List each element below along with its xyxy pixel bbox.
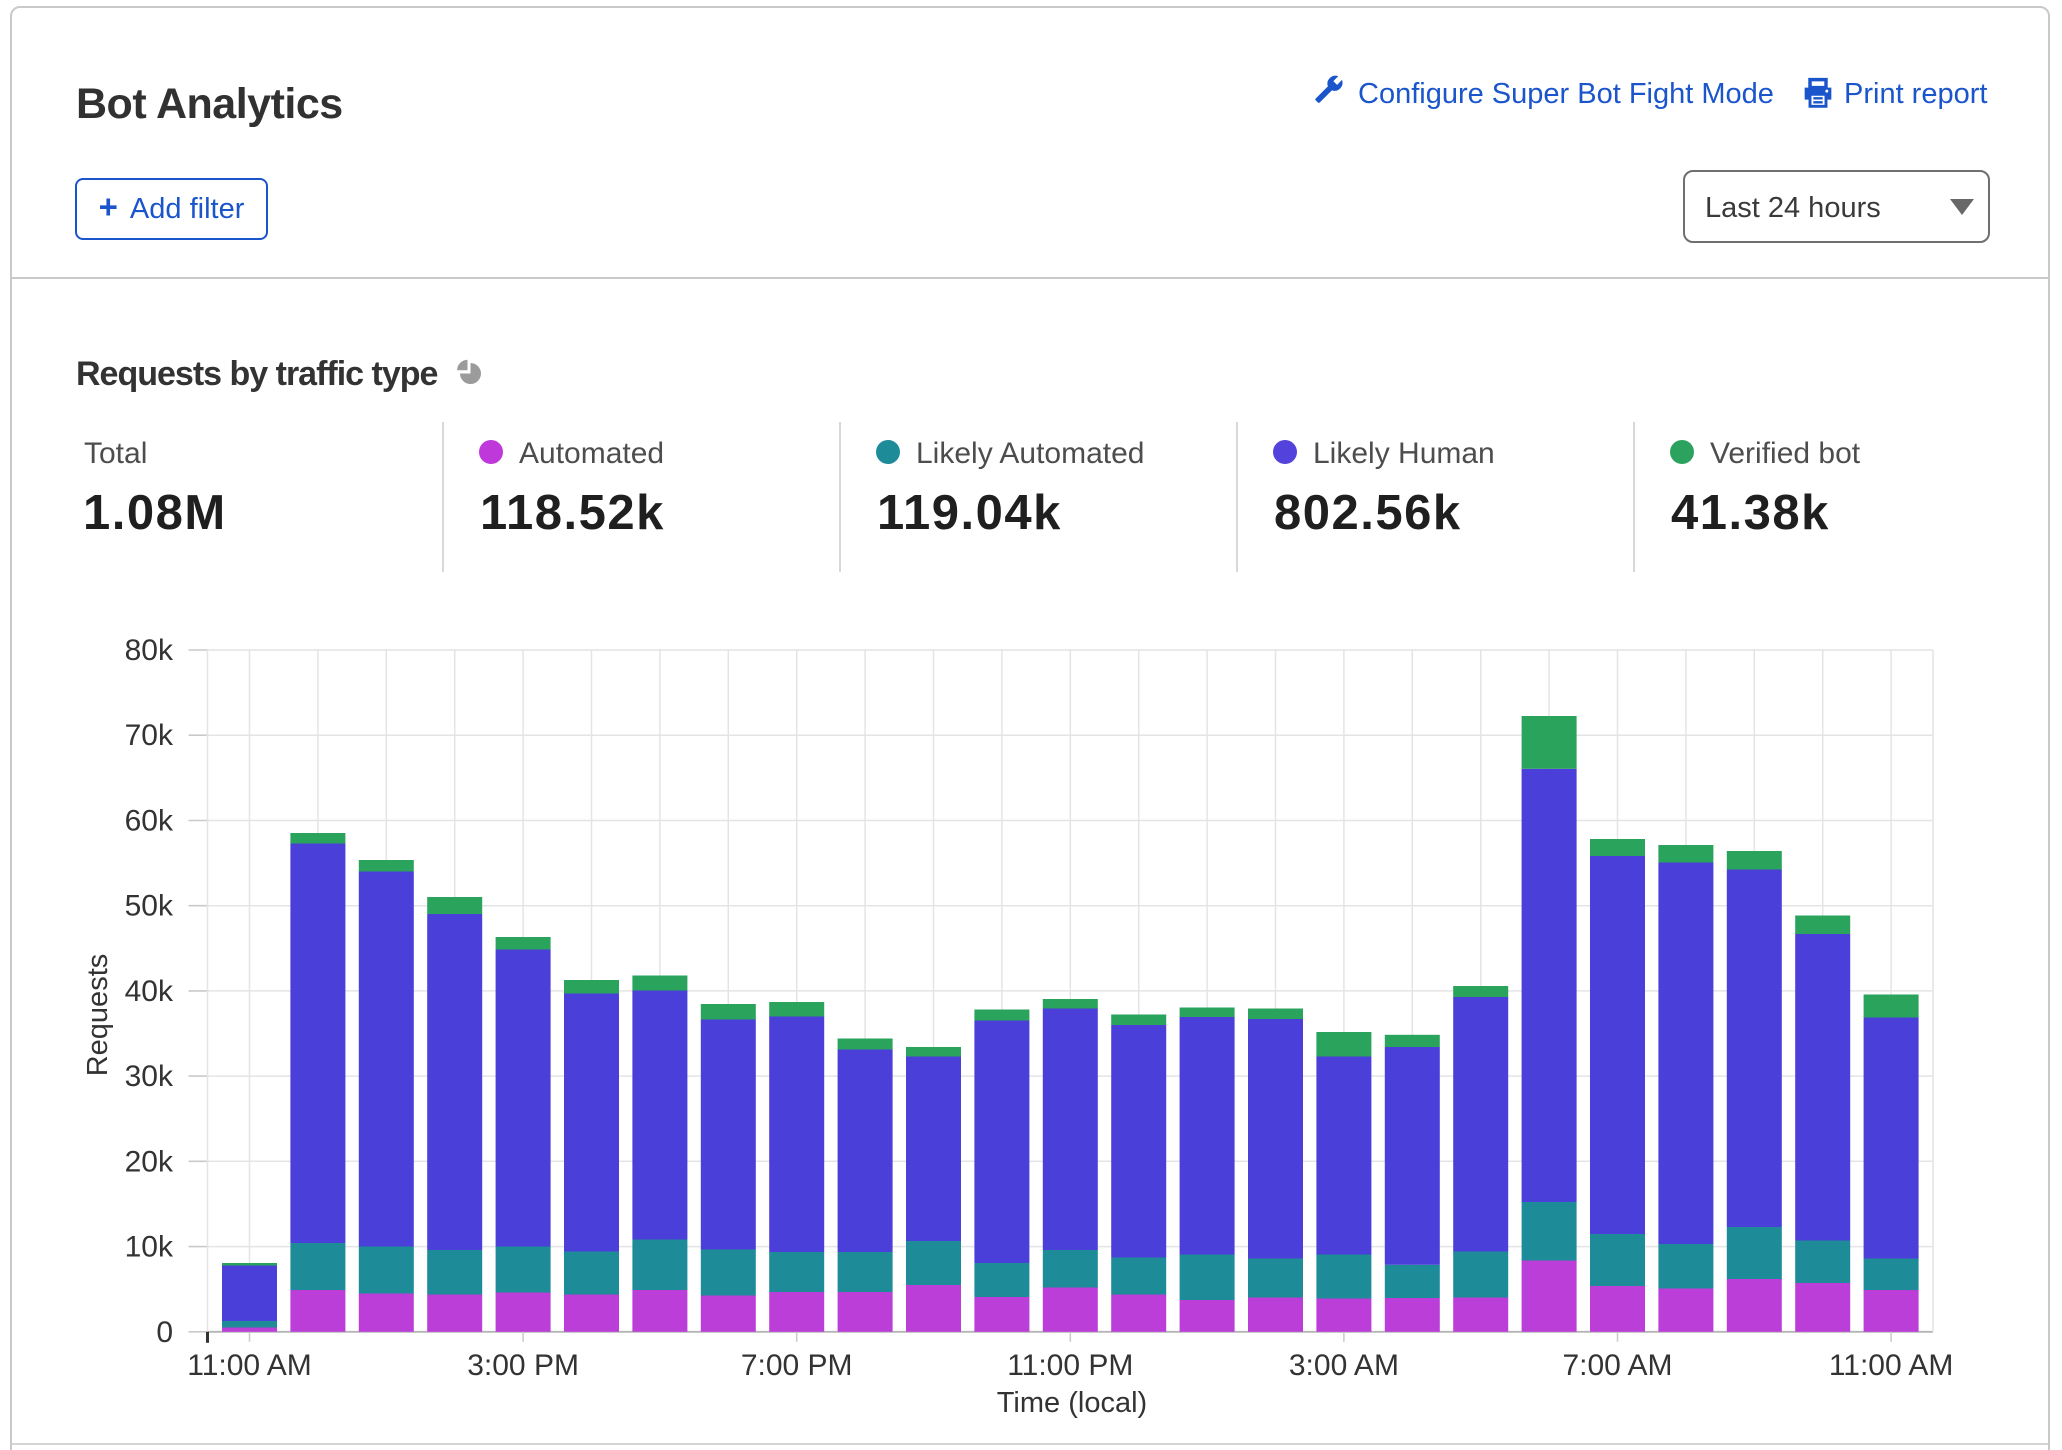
svg-text:Requests: Requests [82,954,114,1077]
svg-text:7:00 AM: 7:00 AM [1562,1349,1672,1382]
svg-text:11:00 AM: 11:00 AM [1829,1349,1954,1382]
svg-text:20k: 20k [125,1145,174,1178]
svg-text:70k: 70k [125,719,174,752]
svg-text:3:00 AM: 3:00 AM [1289,1349,1399,1382]
svg-text:50k: 50k [125,890,174,923]
svg-text:10k: 10k [125,1231,174,1264]
svg-text:0: 0 [156,1316,173,1349]
svg-text:3:00 PM: 3:00 PM [467,1349,579,1382]
svg-text:7:00 PM: 7:00 PM [741,1349,853,1382]
svg-text:30k: 30k [125,1060,174,1093]
svg-text:40k: 40k [125,975,174,1008]
svg-text:80k: 80k [125,634,174,667]
svg-text:Time (local): Time (local) [997,1387,1147,1419]
svg-text:60k: 60k [125,805,174,838]
svg-text:11:00 PM: 11:00 PM [1007,1349,1133,1382]
svg-text:11:00 AM: 11:00 AM [187,1349,312,1382]
